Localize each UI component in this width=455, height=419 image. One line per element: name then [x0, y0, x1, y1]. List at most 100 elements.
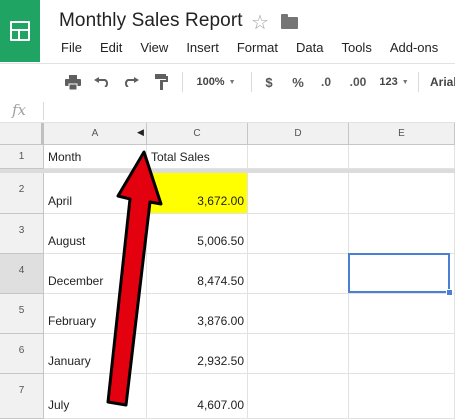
column-label-e: E — [398, 128, 405, 139]
folder-icon[interactable] — [281, 14, 298, 29]
cell-text: February — [48, 314, 97, 328]
cell-text: August — [48, 234, 86, 248]
cell-c5[interactable]: 3,876.00 — [147, 294, 248, 334]
row-label: 1 — [18, 151, 25, 162]
cell-text: 2,932.50 — [197, 354, 244, 368]
cell-c7[interactable]: 4,607.00 — [147, 374, 248, 419]
row-label: 4 — [18, 265, 25, 276]
increase-decimals-button[interactable]: .00 — [344, 64, 372, 100]
toolbar-divider — [182, 72, 183, 92]
cell-c4[interactable]: 8,474.50 — [147, 254, 248, 294]
cell-e1[interactable] — [349, 145, 455, 169]
zoom-select[interactable]: 100% ▼ — [190, 64, 242, 100]
row-header-6[interactable]: 6 — [0, 334, 44, 374]
more-formats-select[interactable]: 123 ▼ — [377, 64, 411, 100]
column-header-e[interactable]: E — [349, 123, 455, 145]
cell-text: Total Sales — [151, 150, 210, 164]
font-label: Arial — [430, 75, 455, 89]
cell-text: April — [48, 194, 73, 208]
row-header-7[interactable]: 7 — [0, 374, 44, 419]
cell-c1[interactable]: Total Sales — [147, 145, 248, 169]
cell-e3[interactable] — [349, 214, 455, 254]
menu-addons[interactable]: Add-ons — [390, 40, 438, 56]
menu-data[interactable]: Data — [296, 40, 323, 56]
menu-tools[interactable]: Tools — [341, 40, 371, 56]
toolbar: 100% ▼ $ % .0 .00 123 ▼ Arial — [0, 63, 455, 101]
menu-view[interactable]: View — [140, 40, 168, 56]
cell-text: December — [48, 274, 104, 288]
more-formats-label: 123 — [379, 76, 398, 88]
column-header-a[interactable]: A — [44, 123, 147, 145]
cell-a4[interactable]: December — [44, 254, 147, 294]
chevron-down-icon: ▼ — [228, 78, 236, 86]
zoom-value: 100% — [196, 76, 225, 88]
column-label-d: D — [294, 128, 302, 139]
row-header-4[interactable]: 4 — [0, 254, 44, 294]
row-header-2[interactable]: 2 — [0, 173, 44, 214]
cell-e7[interactable] — [349, 374, 455, 419]
row-header-1[interactable]: 1 — [0, 145, 44, 169]
percent-label: % — [292, 74, 304, 90]
spreadsheet-grid: A ◀ ▶ C D E 1 Month Total Sales 2 April … — [0, 123, 455, 419]
column-label-a: A — [91, 128, 99, 139]
select-all-corner[interactable] — [0, 123, 44, 145]
cell-e2[interactable] — [349, 173, 455, 214]
selected-cell-outline[interactable] — [348, 253, 450, 293]
menu-edit[interactable]: Edit — [100, 40, 122, 56]
star-icon[interactable]: ☆ — [251, 10, 269, 35]
chevron-left-icon: ◀ — [137, 127, 144, 137]
cell-c6[interactable]: 2,932.50 — [147, 334, 248, 374]
formula-bar: fx — [0, 100, 455, 123]
currency-label: $ — [265, 74, 273, 90]
cell-d2[interactable] — [248, 173, 349, 214]
cell-text: 3,876.00 — [197, 314, 244, 328]
cell-e6[interactable] — [349, 334, 455, 374]
cell-a3[interactable]: August — [44, 214, 147, 254]
cell-d7[interactable] — [248, 374, 349, 419]
menu-bar: File Edit View Insert Format Data Tools … — [61, 40, 455, 56]
cell-text: January — [48, 354, 91, 368]
undo-icon[interactable] — [91, 64, 113, 100]
cell-text: 4,607.00 — [197, 398, 244, 412]
menu-format[interactable]: Format — [237, 40, 278, 56]
cell-d6[interactable] — [248, 334, 349, 374]
menu-insert[interactable]: Insert — [186, 40, 219, 56]
cell-d5[interactable] — [248, 294, 349, 334]
cell-d1[interactable] — [248, 145, 349, 169]
formula-input[interactable] — [50, 103, 450, 119]
decrease-decimals-button[interactable]: .0 — [316, 64, 336, 100]
decrease-decimals-label: .0 — [320, 75, 331, 89]
cell-d3[interactable] — [248, 214, 349, 254]
toolbar-divider — [251, 72, 252, 92]
currency-format-button[interactable]: $ — [259, 64, 279, 100]
percent-format-button[interactable]: % — [287, 64, 309, 100]
formula-divider — [43, 102, 44, 120]
column-header-d[interactable]: D — [248, 123, 349, 145]
row-header-5[interactable]: 5 — [0, 294, 44, 334]
paint-format-icon[interactable] — [150, 64, 172, 100]
font-select[interactable]: Arial — [424, 64, 455, 100]
cell-e5[interactable] — [349, 294, 455, 334]
cell-text: 8,474.50 — [197, 274, 244, 288]
cell-text: July — [48, 398, 70, 412]
title-bar: Monthly Sales Report ☆ File Edit View In… — [0, 0, 455, 63]
redo-icon[interactable] — [120, 64, 142, 100]
cell-a2[interactable]: April — [44, 173, 147, 214]
print-icon[interactable] — [62, 64, 84, 100]
row-label: 7 — [18, 385, 25, 396]
cell-a6[interactable]: January — [44, 334, 147, 374]
cell-d4[interactable] — [248, 254, 349, 294]
toolbar-divider — [418, 72, 419, 92]
fill-handle[interactable] — [446, 289, 453, 296]
cell-c3[interactable]: 5,006.50 — [147, 214, 248, 254]
row-header-3[interactable]: 3 — [0, 214, 44, 254]
cell-a7[interactable]: July — [44, 374, 147, 419]
cell-a5[interactable]: February — [44, 294, 147, 334]
sheets-logo-icon[interactable] — [0, 0, 40, 62]
cell-text: 3,672.00 — [197, 194, 244, 208]
cell-a1[interactable]: Month — [44, 145, 147, 169]
column-header-c[interactable]: C — [147, 123, 248, 145]
document-title[interactable]: Monthly Sales Report — [59, 10, 243, 32]
menu-file[interactable]: File — [61, 40, 82, 56]
cell-c2[interactable]: 3,672.00 — [147, 173, 248, 214]
